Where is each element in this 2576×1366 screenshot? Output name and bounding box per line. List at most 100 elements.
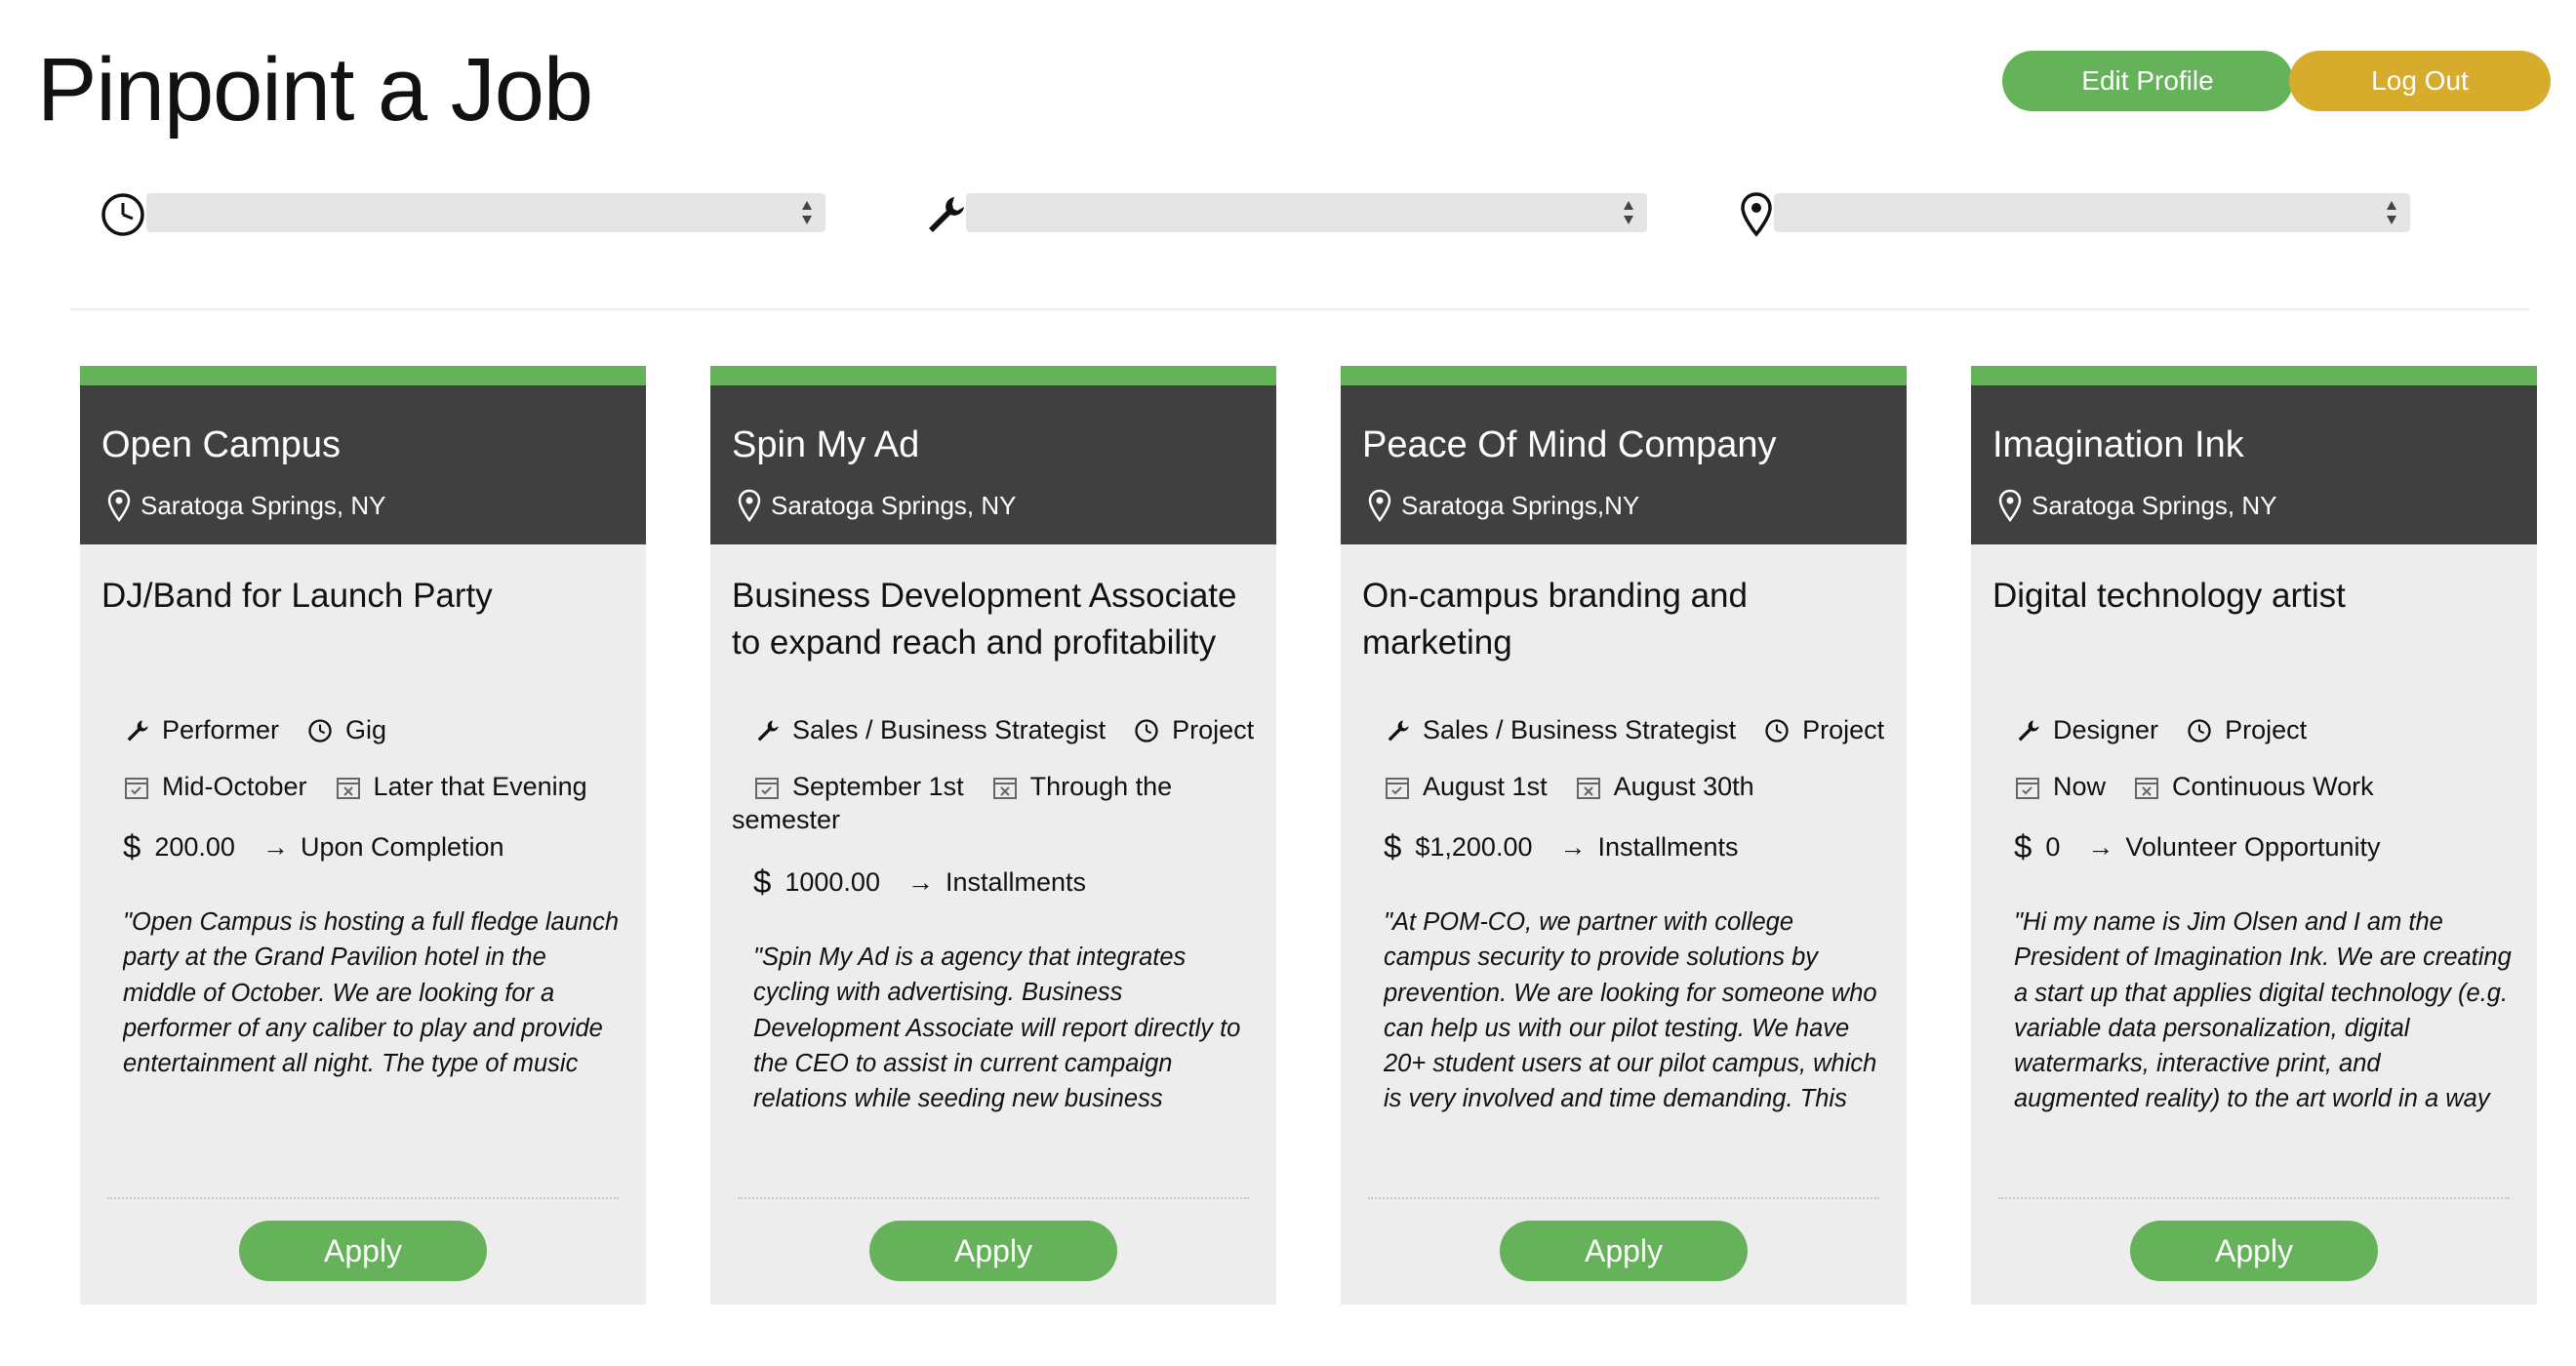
company-location: Saratoga Springs, NY bbox=[107, 489, 386, 523]
log-out-button[interactable]: Log Out bbox=[2289, 51, 2551, 111]
calendar-start-icon bbox=[123, 774, 150, 801]
time-filter-select[interactable] bbox=[146, 193, 825, 232]
dates-row: Mid-October Later that Evening bbox=[123, 772, 587, 802]
clock-icon bbox=[1763, 717, 1791, 744]
job-role: Performer bbox=[162, 715, 280, 744]
clock-icon bbox=[306, 717, 334, 744]
wrench-icon bbox=[123, 717, 150, 744]
location-text: Saratoga Springs, NY bbox=[141, 490, 386, 520]
job-card: Open Campus Saratoga Springs, NY DJ/Band… bbox=[80, 366, 646, 1305]
calendar-end-icon bbox=[991, 774, 1019, 801]
start-date: Now bbox=[2053, 772, 2107, 801]
location-text: Saratoga Springs, NY bbox=[771, 490, 1017, 520]
job-type: Gig bbox=[345, 715, 387, 744]
pay-amount: 1000.00 bbox=[785, 866, 880, 897]
job-title: Business Development Associate to expand… bbox=[732, 577, 1237, 662]
arrow-right-icon: → bbox=[1559, 831, 1587, 862]
job-role: Designer bbox=[2053, 715, 2159, 744]
card-accent-bar bbox=[80, 366, 646, 385]
calendar-end-icon bbox=[1575, 774, 1602, 801]
job-type: Project bbox=[2225, 715, 2308, 744]
company-name: Spin My Ad bbox=[732, 424, 920, 465]
pay-amount: 0 bbox=[2045, 831, 2061, 862]
pay-amount: $1,200.00 bbox=[1415, 831, 1533, 862]
job-type: Project bbox=[1172, 715, 1255, 744]
start-date: August 1st bbox=[1423, 772, 1548, 801]
card-accent-bar bbox=[1341, 366, 1907, 385]
pay-terms: Upon Completion bbox=[300, 831, 504, 862]
company-name: Peace Of Mind Company bbox=[1362, 424, 1777, 465]
role-filter-select[interactable] bbox=[966, 193, 1647, 232]
wrench-icon bbox=[2014, 717, 2041, 744]
pay-row: $ 0 → Volunteer Opportunity bbox=[2014, 828, 2381, 865]
company-location: Saratoga Springs, NY bbox=[1998, 489, 2277, 523]
pay-terms: Volunteer Opportunity bbox=[2125, 831, 2381, 862]
card-accent-bar bbox=[710, 366, 1276, 385]
role-type-row: Sales / Business Strategist Project bbox=[1384, 715, 1884, 745]
job-title: Digital technology artist bbox=[1992, 577, 2346, 615]
dollar-icon: $ bbox=[2014, 828, 2033, 864]
wrench-icon bbox=[1384, 717, 1411, 744]
pay-terms: Installments bbox=[945, 866, 1087, 897]
apply-button[interactable]: Apply bbox=[2130, 1221, 2378, 1281]
location-filter-select[interactable] bbox=[1774, 193, 2410, 232]
dollar-icon: $ bbox=[123, 828, 141, 864]
dollar-icon: $ bbox=[1384, 828, 1402, 864]
calendar-start-icon bbox=[2014, 774, 2041, 801]
dates-row: August 1st August 30th bbox=[1384, 772, 1754, 802]
company-location: Saratoga Springs,NY bbox=[1368, 489, 1639, 523]
location-pin-icon bbox=[107, 489, 131, 523]
apply-button[interactable]: Apply bbox=[239, 1221, 487, 1281]
company-location: Saratoga Springs, NY bbox=[738, 489, 1017, 523]
job-role: Sales / Business Strategist bbox=[1423, 715, 1737, 744]
clock-icon bbox=[1133, 717, 1160, 744]
location-pin-icon bbox=[1739, 191, 1774, 238]
arrow-right-icon: → bbox=[262, 831, 289, 862]
select-arrows-icon bbox=[1622, 197, 1635, 228]
pay-row: $ 200.00 → Upon Completion bbox=[123, 828, 504, 865]
wrench-icon bbox=[753, 717, 781, 744]
location-pin-icon bbox=[738, 489, 761, 523]
select-arrows-icon bbox=[800, 197, 814, 228]
end-date: August 30th bbox=[1613, 772, 1754, 801]
start-date: Mid-October bbox=[162, 772, 307, 801]
card-divider bbox=[738, 1197, 1249, 1199]
select-arrows-icon bbox=[2385, 197, 2398, 228]
card-header: Imagination Ink Saratoga Springs, NY bbox=[1971, 385, 2537, 544]
calendar-end-icon bbox=[335, 774, 362, 801]
card-header: Open Campus Saratoga Springs, NY bbox=[80, 385, 646, 544]
clock-icon bbox=[2186, 717, 2213, 744]
header-divider bbox=[70, 308, 2529, 310]
job-description: "Open Campus is hosting a full fledge la… bbox=[123, 908, 620, 1078]
card-header: Peace Of Mind Company Saratoga Springs,N… bbox=[1341, 385, 1907, 544]
clock-icon bbox=[100, 191, 146, 238]
role-type-row: Performer Gig bbox=[123, 715, 386, 745]
calendar-end-icon bbox=[2133, 774, 2160, 801]
end-date-continued: semester bbox=[732, 805, 841, 834]
pay-terms: Installments bbox=[1597, 831, 1739, 862]
role-type-row: Designer Project bbox=[2014, 715, 2307, 745]
job-card: Imagination Ink Saratoga Springs, NY Dig… bbox=[1971, 366, 2537, 1305]
pay-row: $ 1000.00 → Installments bbox=[753, 864, 1086, 901]
location-text: Saratoga Springs, NY bbox=[2032, 490, 2277, 520]
card-divider bbox=[1998, 1197, 2510, 1199]
role-type-row: Sales / Business Strategist Project bbox=[753, 715, 1254, 745]
wrench-icon bbox=[921, 191, 968, 238]
pay-row: $ $1,200.00 → Installments bbox=[1384, 828, 1739, 865]
arrow-right-icon: → bbox=[906, 866, 934, 897]
job-title: DJ/Band for Launch Party bbox=[101, 577, 493, 615]
arrow-right-icon: → bbox=[2087, 831, 2114, 862]
apply-button[interactable]: Apply bbox=[869, 1221, 1117, 1281]
apply-button[interactable]: Apply bbox=[1500, 1221, 1748, 1281]
job-role: Sales / Business Strategist bbox=[792, 715, 1107, 744]
job-description: "Spin My Ad is a agency that integrates … bbox=[753, 944, 1241, 1113]
pay-amount: 200.00 bbox=[154, 831, 235, 862]
card-accent-bar bbox=[1971, 366, 2537, 385]
job-description: "Hi my name is Jim Olsen and I am the Pr… bbox=[2014, 908, 2512, 1113]
edit-profile-button[interactable]: Edit Profile bbox=[2002, 51, 2293, 111]
start-date: September 1st bbox=[792, 772, 964, 801]
job-description: "At POM-CO, we partner with college camp… bbox=[1384, 908, 1877, 1113]
page-title: Pinpoint a Job bbox=[37, 40, 593, 140]
job-title: On-campus branding and marketing bbox=[1362, 577, 1748, 662]
dates-row: September 1st Through the bbox=[753, 772, 1172, 802]
